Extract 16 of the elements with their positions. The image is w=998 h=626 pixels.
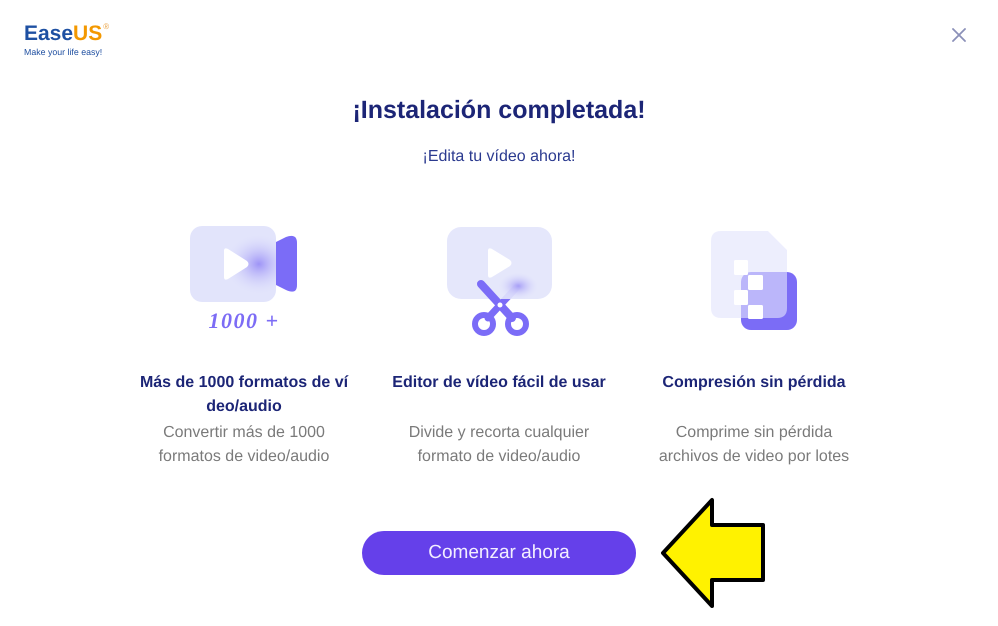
start-button[interactable]: Comenzar ahora — [362, 531, 636, 575]
count-label: 1000 + — [208, 310, 280, 332]
compressed-file-icon — [711, 231, 797, 330]
logo-tagline: Make your life easy! — [24, 47, 102, 57]
close-button[interactable] — [952, 28, 966, 42]
feature-title: Más de 1000 formatos de vídeo/audio — [138, 373, 350, 417]
feature-description: Divide y recorta cualquier formato de video/audio — [408, 423, 590, 467]
page-title: ¡Instalación completada! — [352, 95, 646, 126]
feature-title: Editor de vídeo fácil de usar — [392, 373, 606, 393]
feature-description: Convertir más de 1000 formatos de video/audio — [158, 423, 330, 467]
close-icon — [952, 28, 966, 42]
arrow-icon — [660, 497, 766, 609]
logo-wordmark: EaseUS$^{®}$ — [24, 23, 110, 44]
page-subtitle: ¡Edita tu vídeo ahora! — [422, 147, 576, 167]
feature-title: Compresión sin pérdida — [662, 373, 846, 393]
feature-description: Comprime sin pérdida archivos de video por lotes — [658, 423, 850, 467]
